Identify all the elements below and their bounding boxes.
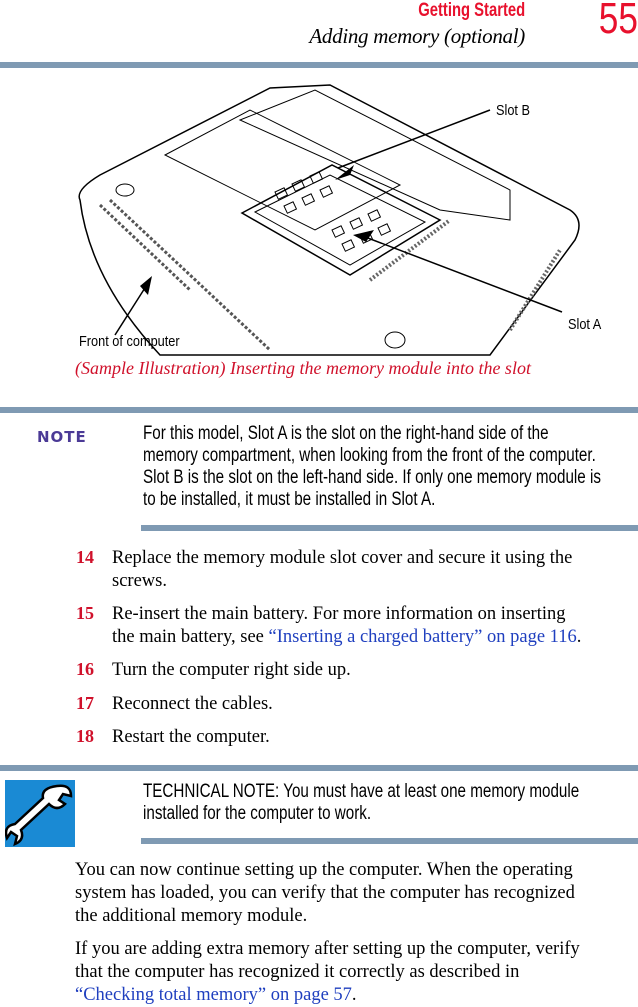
paragraph-text: . bbox=[351, 985, 357, 1005]
step-text: Reconnect the cables. bbox=[112, 694, 273, 714]
section-title: Getting Started bbox=[417, 0, 525, 21]
checking-memory-link[interactable]: “Checking total memory” on page 57 bbox=[75, 985, 352, 1005]
paragraph-extra-memory: If you are adding extra memory after set… bbox=[75, 938, 580, 1007]
page-subtitle: Adding memory (optional) bbox=[309, 24, 525, 48]
step-number: 15 bbox=[76, 603, 94, 623]
step-text: Restart the computer. bbox=[112, 727, 270, 747]
tech-note-top-rule bbox=[0, 765, 638, 771]
step-number: 17 bbox=[76, 693, 94, 713]
page-number: 55 bbox=[598, 0, 638, 43]
inserting-battery-link[interactable]: “Inserting a charged battery” on page 11… bbox=[269, 627, 577, 647]
note-line: For this model, Slot A is the slot on th… bbox=[143, 423, 549, 444]
note-top-rule bbox=[0, 407, 638, 413]
note-line: to be installed, it must be installed in… bbox=[143, 489, 436, 510]
tech-note-line: installed for the computer to work. bbox=[143, 803, 372, 824]
paragraph-line: the additional memory module. bbox=[75, 906, 308, 926]
note-text: For this model, Slot A is the slot on th… bbox=[143, 423, 601, 511]
label-front-of-computer: Front of computer bbox=[79, 333, 180, 350]
wrench-icon bbox=[5, 780, 75, 847]
label-slot-a: Slot A bbox=[568, 316, 602, 333]
header-rule bbox=[0, 62, 638, 68]
note-line: memory compartment, when looking from th… bbox=[143, 445, 596, 466]
figure-caption: (Sample Illustration) Inserting the memo… bbox=[75, 358, 531, 378]
step-text: Replace the memory module slot cover and… bbox=[112, 548, 573, 568]
paragraph-line: You can now continue setting up the comp… bbox=[75, 860, 573, 880]
paragraph-line: If you are adding extra memory after set… bbox=[75, 939, 580, 959]
step-number: 14 bbox=[76, 547, 94, 567]
note-label: NOTE bbox=[37, 428, 87, 446]
paragraph-line: system has loaded, you can verify that t… bbox=[75, 883, 575, 903]
step-text: . bbox=[576, 627, 582, 647]
label-slot-b: Slot B bbox=[496, 102, 531, 119]
step-text: Turn the computer right side up. bbox=[112, 660, 351, 680]
step-number: 18 bbox=[76, 726, 94, 746]
paragraph-continue-setup: You can now continue setting up the comp… bbox=[75, 859, 575, 928]
note-bottom-rule bbox=[141, 525, 638, 531]
step-text: Re-insert the main battery. For more inf… bbox=[112, 604, 566, 624]
step-text: screws. bbox=[112, 571, 167, 591]
step-text: the main battery, see bbox=[112, 627, 269, 647]
tech-note-text: TECHNICAL NOTE: You must have at least o… bbox=[143, 781, 579, 825]
paragraph-line: that the computer has recognized it corr… bbox=[75, 962, 520, 982]
note-line: Slot B is the slot on the left-hand side… bbox=[143, 467, 601, 488]
step-number: 16 bbox=[76, 659, 94, 679]
memory-slot-illustration bbox=[78, 84, 580, 356]
tech-note-bottom-rule bbox=[141, 838, 638, 844]
tech-note-line: TECHNICAL NOTE: You must have at least o… bbox=[143, 781, 580, 802]
